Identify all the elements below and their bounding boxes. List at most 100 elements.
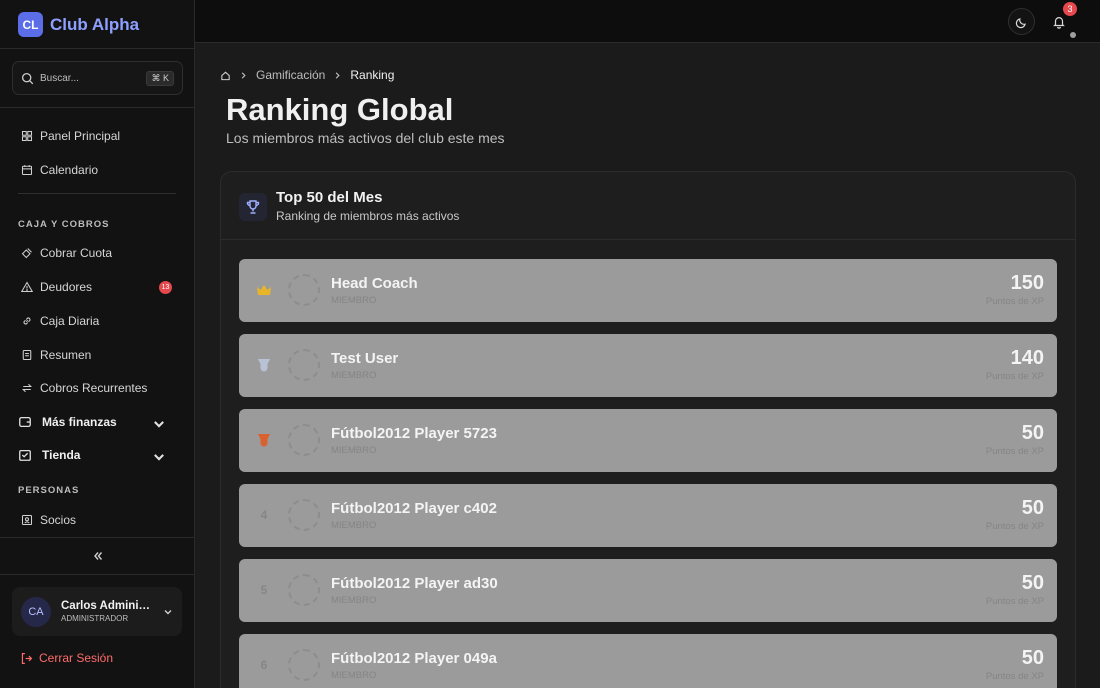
sidebar-group-mas-finanzas[interactable]: Más finanzas [12,407,183,437]
avatar [288,574,320,606]
wallet-icon [19,416,31,428]
user-menu[interactable]: CA Carlos Administrador ADMINISTRADOR [12,587,182,636]
search-box[interactable]: Buscar... ⌘ K [12,61,183,95]
sidebar-item-resumen[interactable]: Resumen [12,340,183,370]
chevron-down-icon [154,454,164,461]
rank-position [253,429,275,451]
user-info: Carlos Administrador ADMINISTRADOR [61,600,163,623]
section-label-personas: PERSONAS [18,485,80,496]
deudores-count-badge: 13 [159,281,172,294]
member-name: Fútbol2012 Player 049a [331,650,497,667]
sidebar-divider [0,107,195,108]
warning-icon [21,281,33,293]
logout-button[interactable]: Cerrar Sesión [20,651,113,665]
page-subtitle: Los miembros más activos del club este m… [226,130,505,146]
ranking-row[interactable]: 5 Fútbol2012 Player ad30 MIEMBRO 50 Punt… [239,559,1057,622]
member-xp: 50 [1021,422,1044,444]
rank-position [253,279,275,301]
home-icon[interactable] [220,70,231,81]
xp-label: Puntos de XP [985,371,1044,382]
member-name: Head Coach [331,275,418,292]
avatar [288,499,320,531]
sidebar-group-label: Tienda [42,448,81,462]
sidebar-item-calendario[interactable]: Calendario [12,155,183,185]
xp-label: Puntos de XP [985,446,1044,457]
member-role: MIEMBRO [331,295,377,306]
sidebar: CL Club Alpha Buscar... ⌘ K Panel Princi… [0,0,195,688]
member-role: MIEMBRO [331,595,377,606]
sidebar-group-label: Más finanzas [42,415,117,429]
logout-icon [21,652,33,664]
member-xp: 150 [1010,272,1044,294]
search-icon [21,72,34,84]
breadcrumb-gamificacion[interactable]: Gamificación [256,68,325,82]
sidebar-item-socios[interactable]: Socios [12,505,183,535]
user-role: ADMINISTRADOR [61,614,129,623]
store-icon [19,449,31,461]
collapse-sidebar-icon[interactable] [91,549,105,563]
chevron-right-icon [336,71,341,79]
ranking-row[interactable]: Fútbol2012 Player 5723 MIEMBRO 50 Puntos… [239,409,1057,472]
receipt-icon [22,349,32,361]
topbar [195,0,1100,43]
sidebar-item-label: Deudores [40,280,93,294]
member-role: MIEMBRO [331,670,377,681]
avatar [288,649,320,681]
member-xp: 50 [1021,647,1044,669]
member-name: Fútbol2012 Player c402 [331,500,497,517]
grid-icon [21,130,33,142]
brand[interactable]: CL Club Alpha [18,12,139,37]
avatar [288,349,320,381]
page-title: Ranking Global [226,92,454,127]
chevron-down-icon [154,421,164,428]
sidebar-item-label: Socios [40,513,77,527]
sidebar-divider [0,48,195,49]
member-name: Fútbol2012 Player ad30 [331,575,498,592]
sidebar-item-deudores[interactable]: Deudores 13 [12,272,183,302]
sidebar-item-cobros-recurrentes[interactable]: Cobros Recurrentes [12,373,183,403]
ranking-row[interactable]: 4 Fútbol2012 Player c402 MIEMBRO 50 Punt… [239,484,1057,547]
refresh-icon [21,383,33,393]
sidebar-item-label: Cobros Recurrentes [40,381,148,395]
bell-icon [1052,16,1065,29]
sidebar-group-tienda[interactable]: Tienda [12,440,183,470]
sidebar-item-cobrar-cuota[interactable]: Cobrar Cuota [12,238,183,268]
search-input[interactable]: Buscar... [40,73,146,84]
xp-label: Puntos de XP [985,671,1044,682]
member-xp: 140 [1010,347,1044,369]
medal-icon [258,434,270,447]
chevron-right-icon [241,71,246,79]
app-root: CL Club Alpha Buscar... ⌘ K Panel Princi… [0,0,1100,688]
crown-icon [257,285,271,295]
xp-label: Puntos de XP [985,296,1044,307]
ranking-row[interactable]: 6 Fútbol2012 Player 049a MIEMBRO 50 Punt… [239,634,1057,688]
card-subtitle: Ranking de miembros más activos [276,209,460,223]
ranking-row[interactable]: Head Coach MIEMBRO 150 Puntos de XP [239,259,1057,322]
sidebar-item-label: Caja Diaria [40,314,100,328]
status-dot [1070,32,1076,38]
ranking-row[interactable]: Test User MIEMBRO 140 Puntos de XP [239,334,1057,397]
logout-label: Cerrar Sesión [39,651,114,665]
sidebar-item-label: Resumen [40,348,92,362]
trophy-icon [246,200,260,214]
link-icon [23,317,31,325]
wallet-icon [21,248,32,259]
breadcrumb: Gamificación Ranking [220,68,394,82]
xp-label: Puntos de XP [985,521,1044,532]
theme-toggle-button[interactable] [1008,8,1035,35]
avatar [288,274,320,306]
sidebar-divider [18,193,176,194]
breadcrumb-ranking: Ranking [350,68,395,82]
xp-label: Puntos de XP [985,596,1044,607]
section-label-caja: CAJA Y COBROS [18,219,110,230]
member-name: Test User [331,350,399,367]
rank-position: 6 [260,658,268,672]
brand-logo: CL [18,12,43,37]
avatar: CA [21,596,51,627]
card-title: Top 50 del Mes [276,189,383,206]
sidebar-item-caja-diaria[interactable]: Caja Diaria [12,306,183,336]
sidebar-item-panel-principal[interactable]: Panel Principal [12,121,183,151]
member-xp: 50 [1021,572,1044,594]
medal-icon [258,359,270,372]
member-role: MIEMBRO [331,370,377,381]
